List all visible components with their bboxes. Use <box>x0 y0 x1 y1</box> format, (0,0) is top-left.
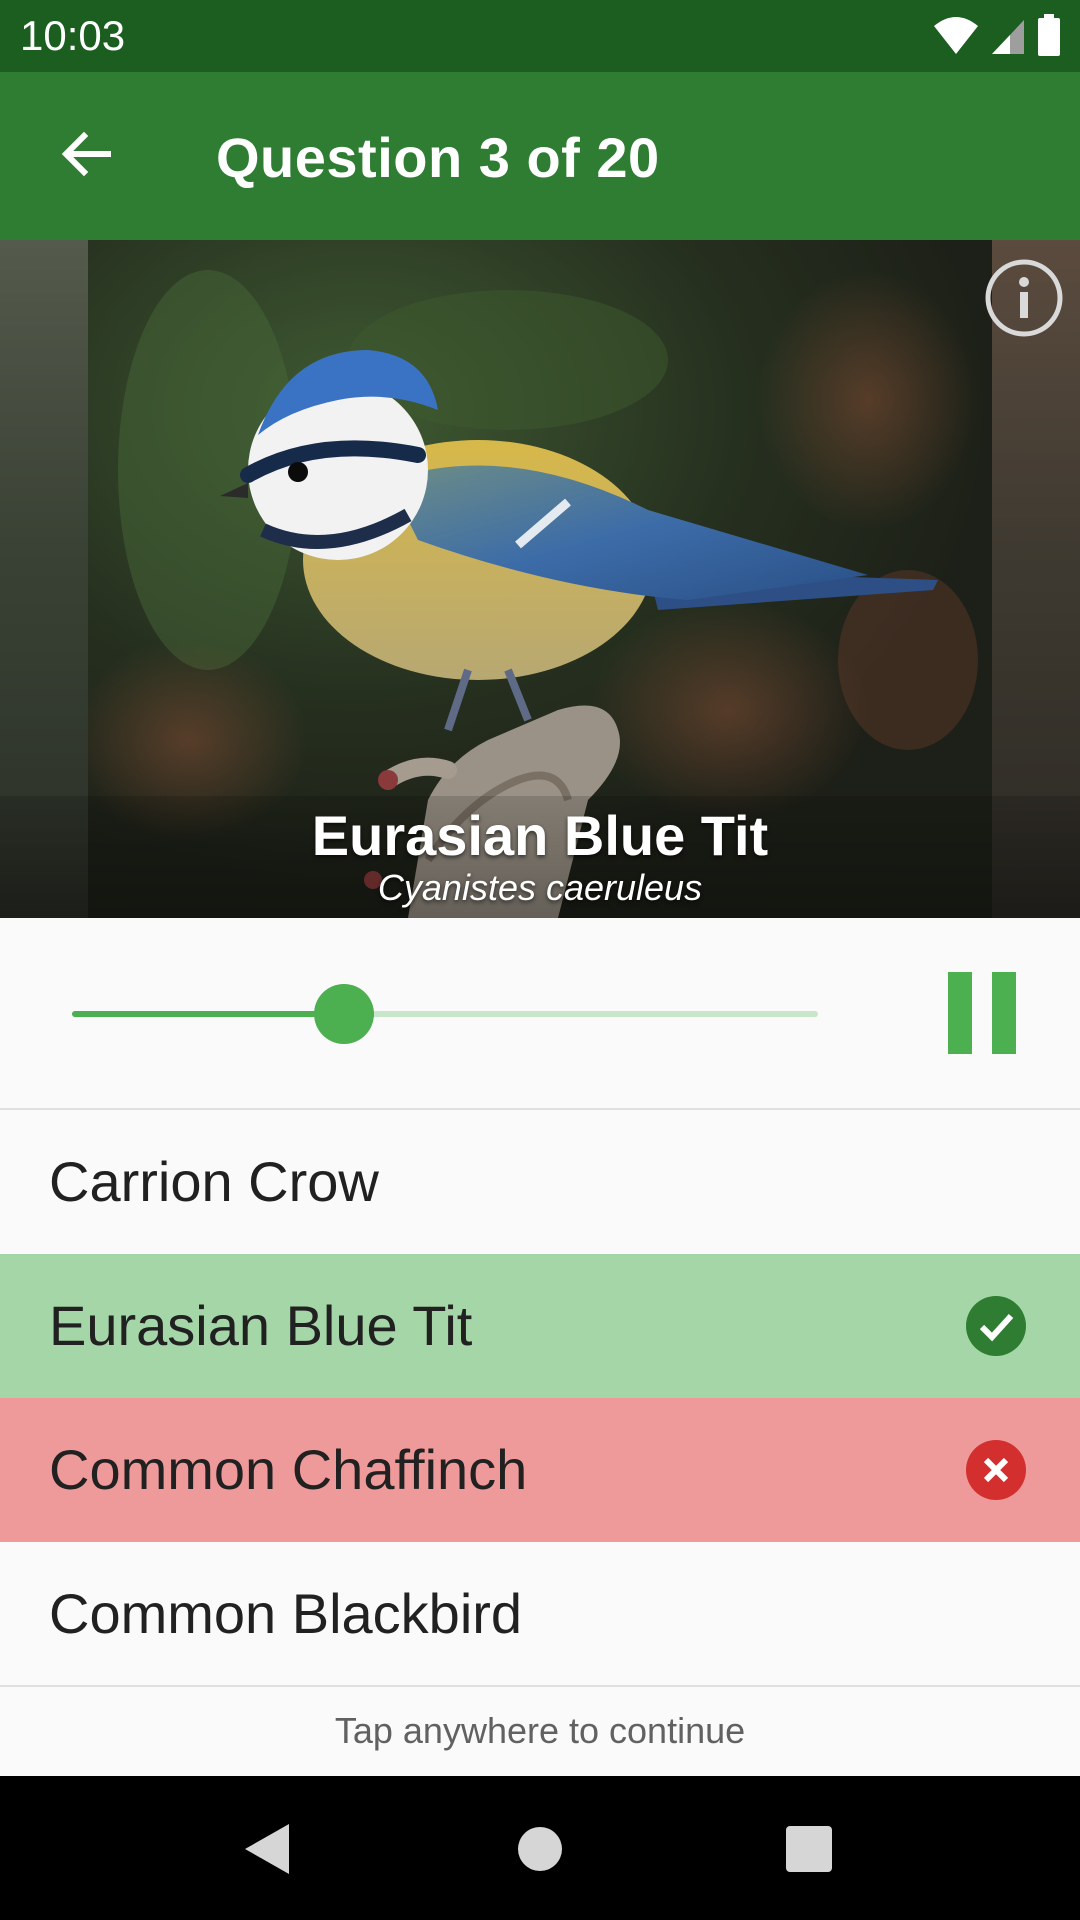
seek-bar-progress <box>72 1011 345 1017</box>
app-bar: Question 3 of 20 <box>0 72 1080 240</box>
answer-option-4[interactable]: Common Blackbird <box>0 1542 1080 1686</box>
caption-latin-name: Cyanistes caeruleus <box>377 867 703 908</box>
recents-square-icon <box>774 1826 844 1888</box>
seek-bar-thumb[interactable] <box>314 984 375 1044</box>
answer-option-2[interactable]: Eurasian Blue Tit <box>0 1254 1080 1398</box>
system-nav-bar <box>0 1776 1080 1920</box>
status-icons <box>932 14 1062 56</box>
seek-bar[interactable] <box>72 984 818 1044</box>
info-button[interactable] <box>984 258 1064 338</box>
nav-home-button[interactable] <box>505 1814 575 1884</box>
status-time: 10:03 <box>20 12 126 59</box>
answer-option-3[interactable]: Common Chaffinch <box>0 1398 1080 1542</box>
photo-caption: Eurasian Blue Tit Cyanistes caeruleus <box>0 796 1080 918</box>
pause-button[interactable] <box>940 966 1024 1056</box>
arrow-left-icon <box>58 126 114 187</box>
info-icon <box>984 259 1064 342</box>
battery-icon <box>1036 14 1062 56</box>
caption-common-name: Eurasian Blue Tit <box>311 804 769 867</box>
continue-hint: Tap anywhere to continue <box>334 1710 746 1751</box>
answer-label: Eurasian Blue Tit <box>49 1294 473 1357</box>
cell-signal-icon <box>990 14 1026 56</box>
answer-label: Carrion Crow <box>49 1150 379 1213</box>
check-circle-icon <box>966 1296 1026 1356</box>
nav-back-button[interactable] <box>233 1814 303 1884</box>
page-title: Question 3 of 20 <box>216 126 660 189</box>
status-bar: 10:03 <box>0 0 1080 72</box>
close-circle-icon <box>966 1440 1026 1500</box>
answer-label: Common Blackbird <box>49 1582 523 1645</box>
back-triangle-icon <box>233 1824 303 1888</box>
back-button[interactable] <box>44 114 128 198</box>
wifi-icon <box>932 14 980 56</box>
answer-label: Common Chaffinch <box>49 1438 528 1501</box>
nav-recents-button[interactable] <box>774 1814 844 1884</box>
bird-photo-area[interactable]: Eurasian Blue Tit Cyanistes caeruleus <box>0 240 1080 918</box>
answer-option-1[interactable]: Carrion Crow <box>0 1110 1080 1254</box>
home-circle-icon <box>505 1827 575 1888</box>
